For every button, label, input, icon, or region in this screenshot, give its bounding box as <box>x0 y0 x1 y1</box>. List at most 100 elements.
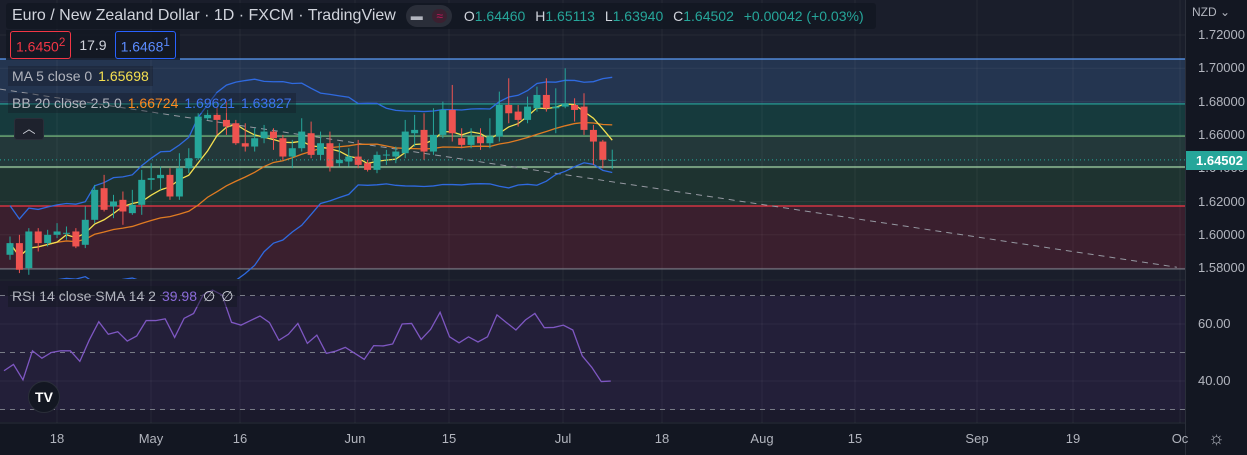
market-status-toggle[interactable]: ▬ ≈ <box>405 5 452 27</box>
candle-body <box>119 199 127 212</box>
candle-body <box>157 174 165 179</box>
candle-body <box>552 106 560 109</box>
candle-body <box>232 123 240 144</box>
candle-body <box>533 94 541 109</box>
candle-body <box>44 234 52 244</box>
candle-body <box>524 106 532 120</box>
candle-body <box>307 133 315 155</box>
bb-legend[interactable]: BB 20 close 2.5 0 1.66724 1.69621 1.63827 <box>8 93 296 113</box>
candle-body <box>514 111 522 120</box>
buy-price: 1.6468 <box>120 38 164 55</box>
candle-body <box>335 159 343 164</box>
buy-price-pip: 1 <box>163 35 170 49</box>
candle <box>91 184 99 224</box>
candle-body <box>25 231 33 269</box>
candle-body <box>542 94 550 109</box>
candle-body <box>458 138 466 145</box>
candle-body <box>241 143 249 147</box>
candle-body <box>251 138 259 147</box>
candle-body <box>599 141 607 160</box>
low-label: L <box>604 8 613 24</box>
candle-body <box>15 243 23 270</box>
minus-icon: ▬ <box>410 9 423 23</box>
spread-value: 17.9 <box>79 37 107 53</box>
candle-body <box>222 119 230 127</box>
time-tick: 18 <box>654 431 670 446</box>
change-value: +0.00042 (+0.03%) <box>743 8 864 24</box>
open-label: O <box>463 8 475 24</box>
bb-upper-value: 1.69621 <box>184 95 235 111</box>
candle-body <box>448 109 456 134</box>
rsi-legend[interactable]: RSI 14 close SMA 14 2 39.98 ∅ ∅ <box>8 286 238 307</box>
bb-legend-name: BB 20 close 2.5 0 <box>12 95 122 111</box>
close-value: 1.64502 <box>683 8 734 24</box>
price-tick: 1.72000 <box>1198 27 1245 42</box>
candle <box>232 119 240 145</box>
candle-body <box>420 129 428 152</box>
candle-body <box>147 178 155 180</box>
tradingview-logo[interactable]: TV <box>28 381 60 413</box>
time-tick: Oc <box>1171 431 1189 446</box>
rsi-legend-extra-2: ∅ <box>221 288 234 304</box>
sell-price-pip: 2 <box>58 35 66 49</box>
candle-body <box>486 136 494 144</box>
symbol-title[interactable]: Euro / New Zealand Dollar · 1D · FXCM · … <box>12 7 396 25</box>
candle-body <box>364 163 372 170</box>
time-tick: 15 <box>441 431 457 446</box>
candle-body <box>110 201 118 207</box>
time-tick: Aug <box>750 431 774 446</box>
candle <box>25 228 33 275</box>
candle-body <box>138 179 146 205</box>
candle-body <box>269 131 277 139</box>
collapse-legend-button[interactable]: ︿ <box>14 118 44 140</box>
candle-body <box>34 231 42 244</box>
candle-body <box>279 138 287 157</box>
price-tick: 1.58000 <box>1198 260 1245 276</box>
candle-body <box>6 243 14 255</box>
close-label: C <box>673 8 684 24</box>
candle-body <box>91 189 99 220</box>
candle-body <box>561 103 569 107</box>
candle-body <box>213 114 221 120</box>
ma-legend-name: MA 5 close 0 <box>12 68 93 84</box>
price-tick: 1.70000 <box>1198 60 1245 76</box>
time-tick: Jun <box>344 431 366 446</box>
currency-selector[interactable]: NZD ⌄ <box>1192 5 1230 19</box>
candle-body <box>392 151 400 157</box>
ma-legend-value: 1.65698 <box>98 68 149 84</box>
price-tick: 1.60000 <box>1198 226 1245 242</box>
chart-canvas[interactable] <box>0 0 1185 455</box>
candle-body <box>439 109 447 135</box>
candle-body <box>495 104 503 137</box>
high-label: H <box>535 8 546 24</box>
rsi-legend-name: RSI 14 close SMA 14 2 <box>12 288 156 304</box>
time-tick: 18 <box>49 431 65 446</box>
sell-button[interactable]: 1.64502 <box>10 30 72 60</box>
candle-body <box>429 134 437 152</box>
candle-body <box>345 156 353 162</box>
price-tick: 1.66000 <box>1198 126 1245 142</box>
candle-body <box>53 231 61 235</box>
candle-body <box>580 106 588 130</box>
last-price-label: 1.64502 <box>1186 150 1247 170</box>
price-axis[interactable]: NZD ⌄ 1.720001.700001.680001.660001.6400… <box>1185 0 1247 455</box>
bb-lower-value: 1.63827 <box>240 95 292 111</box>
open-value: 1.64460 <box>474 8 526 24</box>
buy-button[interactable]: 1.64681 <box>114 30 176 60</box>
zone-fill <box>0 205 1185 269</box>
symbol-header[interactable]: Euro / New Zealand Dollar · 1D · FXCM · … <box>6 3 876 29</box>
candle-body <box>260 131 268 139</box>
ohlc-readout: O1.64460 H1.65113 L1.63940 C1.64502 +0.0… <box>464 8 870 24</box>
gear-icon[interactable]: ☼ <box>1208 428 1225 449</box>
chevron-up-icon: ︿ <box>22 121 36 136</box>
candle-body <box>477 136 484 144</box>
time-tick: May <box>138 431 164 446</box>
high-value: 1.65113 <box>545 8 595 24</box>
time-tick: Sep <box>965 431 989 446</box>
candle-body <box>204 114 212 119</box>
candle-body <box>72 231 80 247</box>
time-tick: Jul <box>554 431 572 446</box>
candle-body <box>175 168 183 197</box>
wave-icon: ≈ <box>432 9 447 23</box>
ma-legend[interactable]: MA 5 close 0 1.65698 <box>8 66 153 86</box>
